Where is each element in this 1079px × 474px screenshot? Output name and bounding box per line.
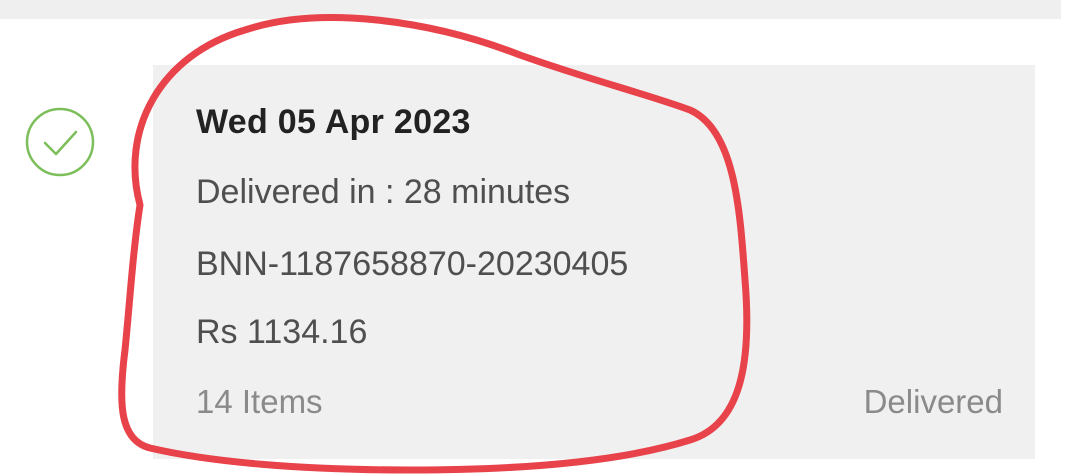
order-amount: Rs 1134.16 (196, 313, 368, 351)
delivery-time: Delivered in : 28 minutes (196, 173, 571, 211)
order-status: Delivered (863, 383, 1003, 420)
check-circle-icon (25, 107, 95, 177)
top-divider-strip (0, 0, 1061, 19)
order-date: Wed 05 Apr 2023 (196, 103, 471, 141)
order-id: BNN-1187658870-20230405 (196, 245, 629, 283)
items-count: 14 Items (196, 383, 323, 420)
order-card[interactable]: Wed 05 Apr 2023 Delivered in : 28 minute… (153, 65, 1035, 459)
order-history-page: Wed 05 Apr 2023 Delivered in : 28 minute… (0, 0, 1079, 474)
